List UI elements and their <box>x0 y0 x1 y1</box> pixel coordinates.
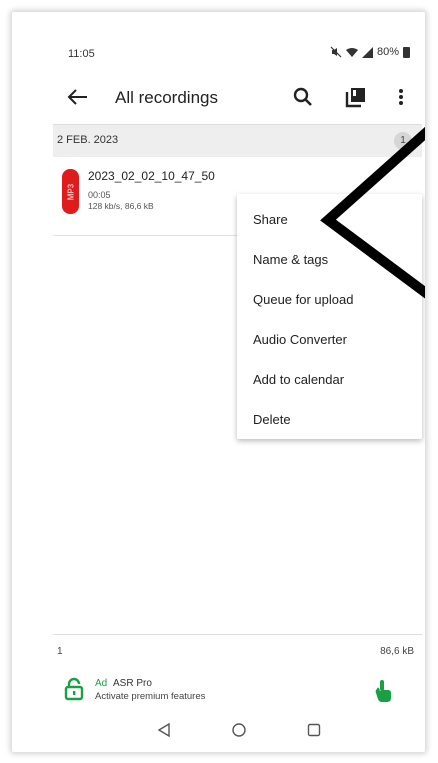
premium-ad-banner[interactable]: Ad ASR Pro Activate premium features <box>53 665 422 711</box>
screenshot-frame: 11:05 80% All recordings 2 FEB. 2023 1 M… <box>12 12 425 752</box>
menu-item-label: Share <box>253 212 288 227</box>
date-group-header: 2 FEB. 2023 1 <box>53 124 422 158</box>
library-icon[interactable] <box>344 85 368 109</box>
system-navigation-bar <box>53 711 422 749</box>
status-bar: 11:05 80% <box>53 42 422 72</box>
nav-home-icon[interactable] <box>231 722 247 738</box>
wifi-icon <box>345 47 358 57</box>
ad-title: ASR Pro <box>113 678 152 689</box>
menu-item-label: Delete <box>253 412 291 427</box>
ad-tag: Ad <box>95 678 108 689</box>
menu-item-label: Name & tags <box>253 252 329 267</box>
menu-item-label: Audio Converter <box>253 332 347 347</box>
mute-icon <box>330 46 342 58</box>
page-title: All recordings <box>115 88 218 107</box>
menu-item-delete[interactable]: Delete <box>237 399 422 439</box>
menu-item-share[interactable]: Share <box>237 199 422 239</box>
lock-icon <box>64 677 84 701</box>
signal-icon <box>361 46 373 58</box>
group-count-badge: 1 <box>394 132 412 150</box>
ad-subtitle: Activate premium features <box>95 691 206 702</box>
menu-item-audio-converter[interactable]: Audio Converter <box>237 319 422 359</box>
menu-item-label: Queue for upload <box>253 292 354 307</box>
status-time: 11:05 <box>68 48 95 60</box>
menu-item-queue-upload[interactable]: Queue for upload <box>237 279 422 319</box>
menu-item-add-calendar[interactable]: Add to calendar <box>237 359 422 399</box>
phone-screen: 11:05 80% All recordings 2 FEB. 2023 1 M… <box>53 42 422 752</box>
recording-meta: 128 kb/s, 86,6 kB <box>88 201 154 211</box>
group-date: 2 FEB. 2023 <box>57 134 119 146</box>
menu-item-name-tags[interactable]: Name & tags <box>237 239 422 279</box>
menu-item-label: Add to calendar <box>253 372 345 387</box>
hand-icon[interactable] <box>373 679 395 703</box>
app-bar: All recordings <box>53 72 422 124</box>
recordings-count: 1 <box>57 646 63 657</box>
nav-back-icon[interactable] <box>156 722 172 738</box>
recording-duration: 00:05 <box>88 190 111 200</box>
battery-percent: 80% <box>376 46 399 58</box>
status-icons: 80% <box>330 46 410 58</box>
total-size: 86,6 kB <box>380 646 414 657</box>
format-label: MP3 <box>66 183 75 200</box>
format-badge: MP3 <box>62 169 79 214</box>
list-footer: 1 86,6 kB <box>53 634 422 661</box>
context-menu: Share Name & tags Queue for upload Audio… <box>237 194 422 439</box>
battery-icon <box>403 46 410 58</box>
recording-name: 2023_02_02_10_47_50 <box>88 169 215 183</box>
back-arrow-icon[interactable] <box>65 84 91 110</box>
nav-recents-icon[interactable] <box>306 722 322 738</box>
more-vert-icon[interactable] <box>391 85 411 109</box>
search-icon[interactable] <box>291 85 315 109</box>
